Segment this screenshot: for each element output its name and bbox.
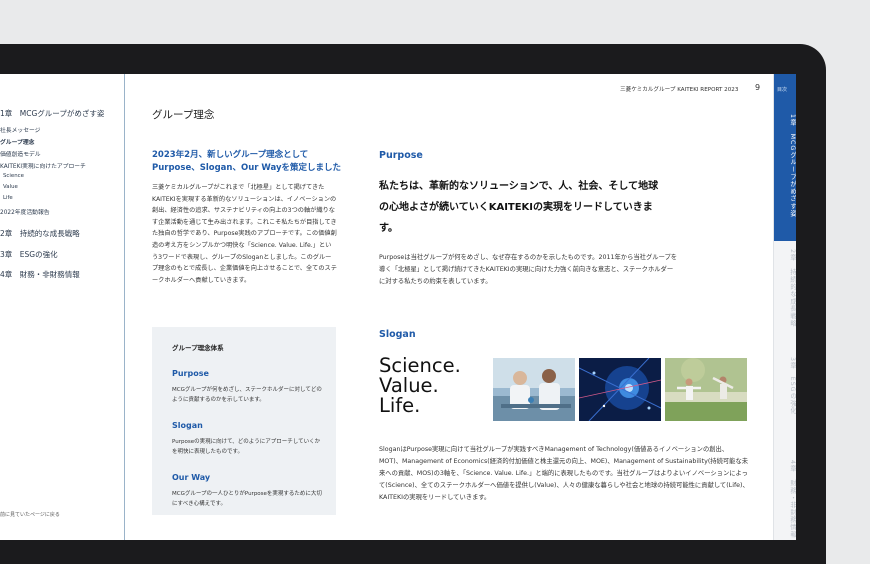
nav-item-kaiteki-approach[interactable]: KAITEKI実現に向けたアプローチ: [0, 161, 86, 170]
nav-item-life[interactable]: Life: [3, 195, 13, 201]
toc-tab-label: 目次: [777, 87, 788, 93]
chapter-tabs: 目次 1章 MCGグループがめざす姿 2章 持続的な成長戦略 3章 ESGの強化…: [773, 74, 796, 540]
box-text-our-way: MCGグループの一人ひとりがPurposeを実現するために大切にすべき心構えです…: [172, 491, 322, 507]
purpose-description: Purposeは当社グループが何をめざし、なぜ存在するのかを示したものです。20…: [379, 254, 678, 285]
slogan-heading: Slogan: [379, 329, 416, 340]
toc-tab[interactable]: 目次: [774, 74, 796, 106]
tab-chapter-1[interactable]: 1章 MCGグループがめざす姿: [774, 106, 796, 241]
document-screen: 1章 MCGグループがめざす姿 社長メッセージ グループ理念 価値創造モデル K…: [0, 74, 796, 540]
nav-item-value[interactable]: Value: [3, 184, 18, 190]
nav-chapter-2[interactable]: 2章 持続的な成長戦略: [0, 228, 80, 239]
digital-network-photo: [579, 358, 661, 421]
outdoor-yoga-photo: [665, 358, 747, 421]
slogan-logo: Science. Value. Life.: [379, 356, 461, 416]
slogan-description: SloganはPurpose実現に向けて当社グループが実践すべきManageme…: [379, 446, 749, 501]
box-title: グループ理念体系: [172, 344, 224, 352]
page-title: グループ理念: [152, 109, 215, 121]
philosophy-structure-box: グループ理念体系 Purpose MCGグループが何をめざし、ステークホルダーに…: [152, 327, 336, 515]
tab-chapter-2[interactable]: 2章 持続的な成長戦略: [774, 241, 796, 349]
nav-item-ceo-message[interactable]: 社長メッセージ: [0, 125, 40, 134]
tab-chapter-4[interactable]: 4章 財務・非財務情報: [774, 452, 796, 540]
box-text-purpose: MCGグループが何をめざし、ステークホルダーに対してどのように貢献するのかを示し…: [172, 387, 322, 403]
slogan-logo-line-1: Science.: [379, 354, 461, 377]
nav-item-value-creation-model[interactable]: 価値創造モデル: [0, 149, 41, 158]
slogan-logo-line-3: Life.: [379, 394, 421, 417]
box-text-slogan: Purposeの実現に向けて、どのようにアプローチしていくかを明快に表現したもの…: [172, 439, 321, 455]
purpose-statement: 私たちは、革新的なソリューションで、人、社会、そして地球の心地よさが続いていくK…: [379, 181, 659, 234]
nav-item-group-philosophy[interactable]: グループ理念: [0, 137, 34, 146]
back-to-previous-page-link[interactable]: 前に見ていたページに戻る: [0, 511, 60, 518]
nav-chapter-4[interactable]: 4章 財務・非財務情報: [0, 269, 80, 280]
intro-paragraph: 三菱ケミカルグループがこれまで「北極星」として掲げてきたKAITEKIを実現する…: [152, 184, 337, 284]
left-navigation: 1章 MCGグループがめざす姿 社長メッセージ グループ理念 価値創造モデル K…: [0, 74, 125, 540]
slogan-logo-line-2: Value.: [379, 374, 439, 397]
nav-item-science[interactable]: Science: [3, 173, 24, 179]
page-number: 9: [755, 83, 761, 92]
nav-chapter-3[interactable]: 3章 ESGの強化: [0, 249, 58, 260]
box-heading-purpose: Purpose: [172, 369, 209, 378]
purpose-heading: Purpose: [379, 150, 423, 161]
nav-item-activity-report[interactable]: 2022年度活動報告: [0, 207, 50, 216]
box-heading-our-way: Our Way: [172, 473, 211, 482]
nav-chapter-1[interactable]: 1章 MCGグループがめざす姿: [0, 108, 104, 119]
lead-heading: 2023年2月、新しいグループ理念として Purpose、Slogan、Our …: [152, 150, 341, 173]
box-heading-slogan: Slogan: [172, 421, 203, 430]
lab-researchers-photo: [493, 358, 575, 421]
tab-chapter-3[interactable]: 3章 ESGの強化: [774, 349, 796, 452]
report-title: 三菱ケミカルグループ KAITEKI REPORT 2023: [620, 87, 739, 93]
